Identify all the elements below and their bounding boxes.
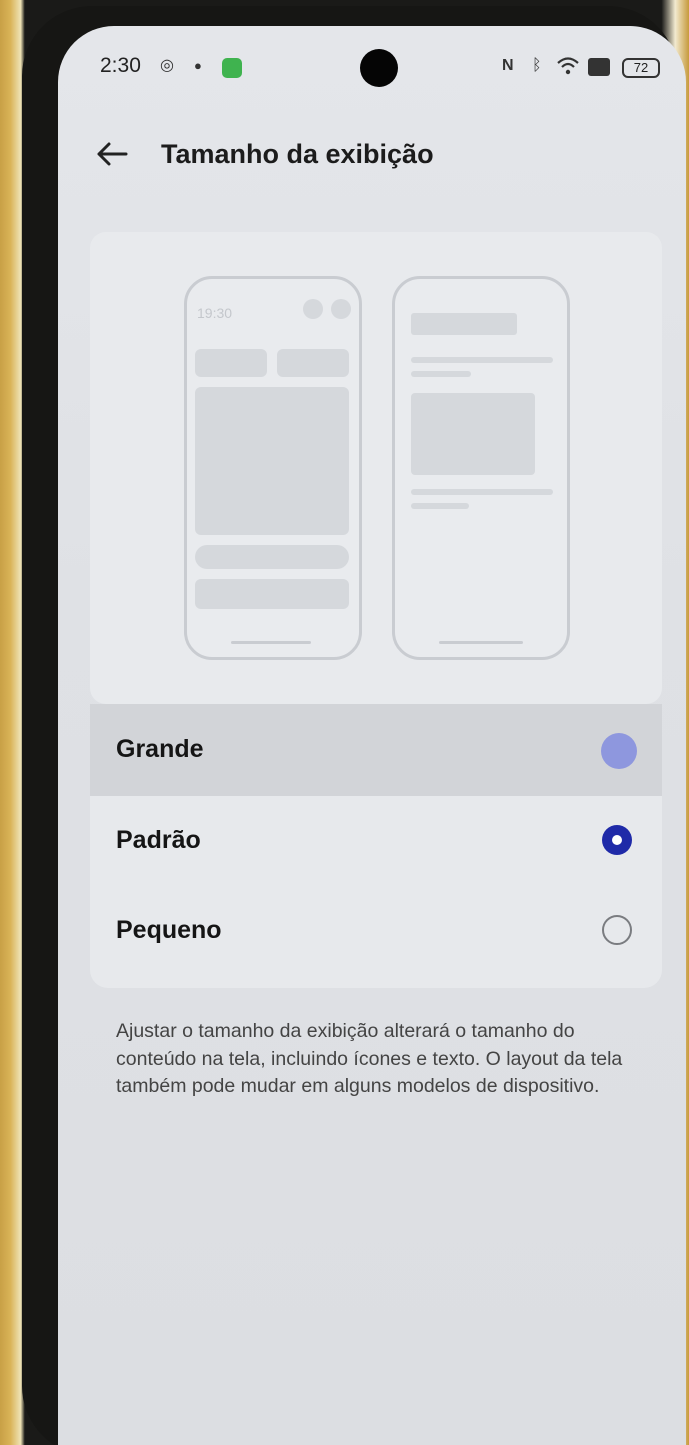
status-time: 2:30 (100, 54, 141, 77)
preview-mock-time: 19:30 (197, 305, 233, 321)
radio-grande[interactable] (601, 733, 637, 769)
preview-content-mock (392, 276, 570, 660)
screen: 2:30 ◎ ● N ᛒ 72 Tamanho da exibição 19:3… (58, 26, 686, 1445)
bluetooth-icon: ᛒ (532, 57, 542, 74)
radio-pequeno[interactable] (602, 915, 632, 945)
option-pequeno-label[interactable]: Pequeno (116, 914, 222, 946)
preview-home-mock: 19:30 (184, 276, 362, 660)
description-text: Ajustar o tamanho da exibição alterará o… (116, 1020, 623, 1097)
option-grande-label: Grande (116, 735, 204, 763)
nfc-icon: N (502, 57, 514, 74)
sim-icon (588, 58, 610, 76)
phone-frame: 2:30 ◎ ● N ᛒ 72 Tamanho da exibição 19:3… (22, 6, 686, 1445)
app-badge-icon (222, 58, 242, 78)
alarm-icon: ◎ (160, 57, 174, 74)
display-size-preview: 19:30 (90, 232, 662, 704)
page-title: Tamanho da exibição (161, 139, 434, 169)
battery-indicator: 72 (622, 58, 660, 78)
wifi-icon (556, 56, 580, 82)
radio-padrao[interactable] (602, 825, 632, 855)
front-camera (360, 49, 398, 87)
back-arrow-icon[interactable] (94, 136, 134, 172)
bug-icon: ● (194, 58, 202, 73)
option-padrao-label[interactable]: Padrão (116, 824, 201, 856)
